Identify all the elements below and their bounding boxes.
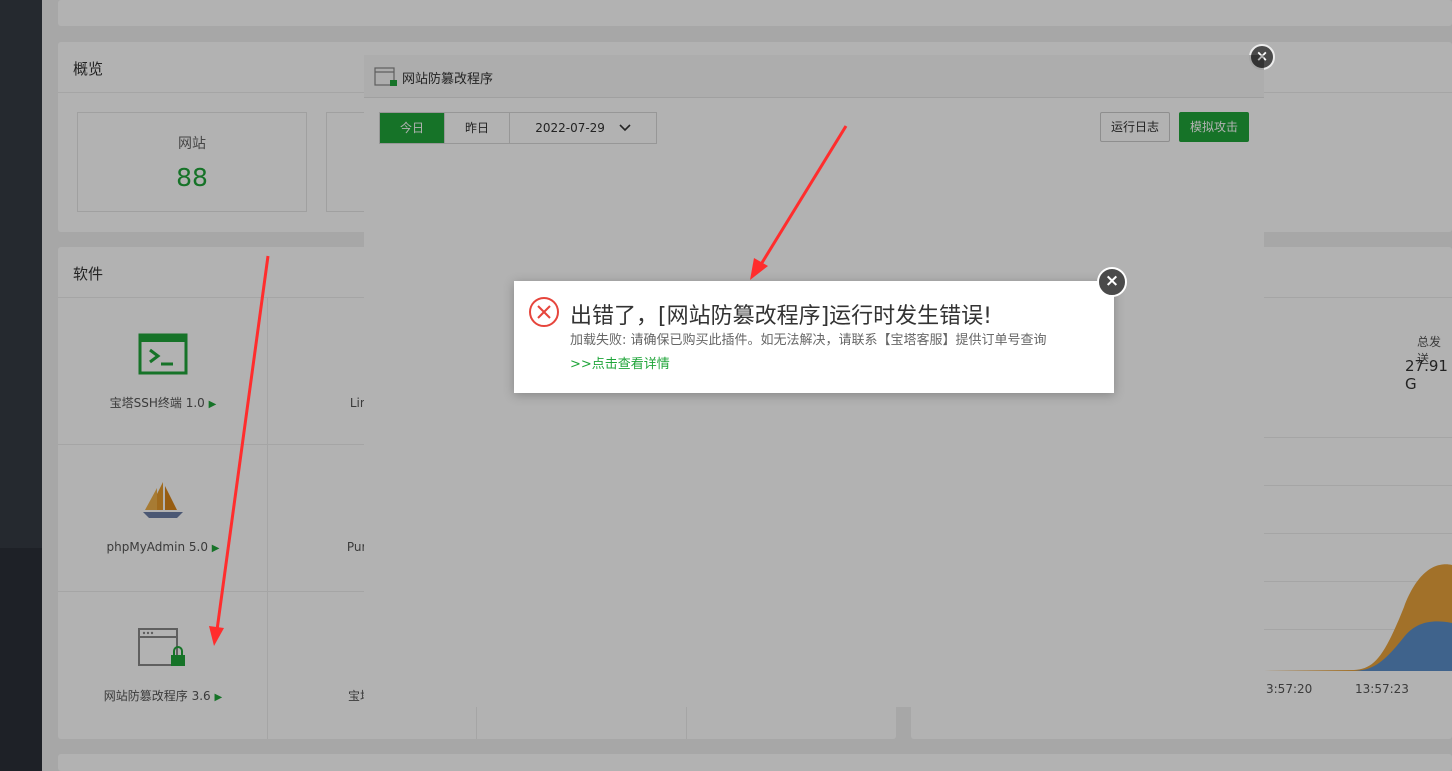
error-alert: 出错了，[网站防篡改程序]运行时发生错误! 加载失败: 请确保已购买此插件。如无… xyxy=(514,281,1114,393)
error-icon xyxy=(529,297,559,327)
alert-title: 出错了，[网站防篡改程序]运行时发生错误! xyxy=(570,304,992,329)
alert-message: 加载失败: 请确保已购买此插件。如无法解决，请联系【宝塔客服】提供订单号查询 xyxy=(570,333,1047,348)
alert-close-icon[interactable]: × xyxy=(1097,267,1127,297)
details-link[interactable]: >>点击查看详情 xyxy=(570,353,670,372)
